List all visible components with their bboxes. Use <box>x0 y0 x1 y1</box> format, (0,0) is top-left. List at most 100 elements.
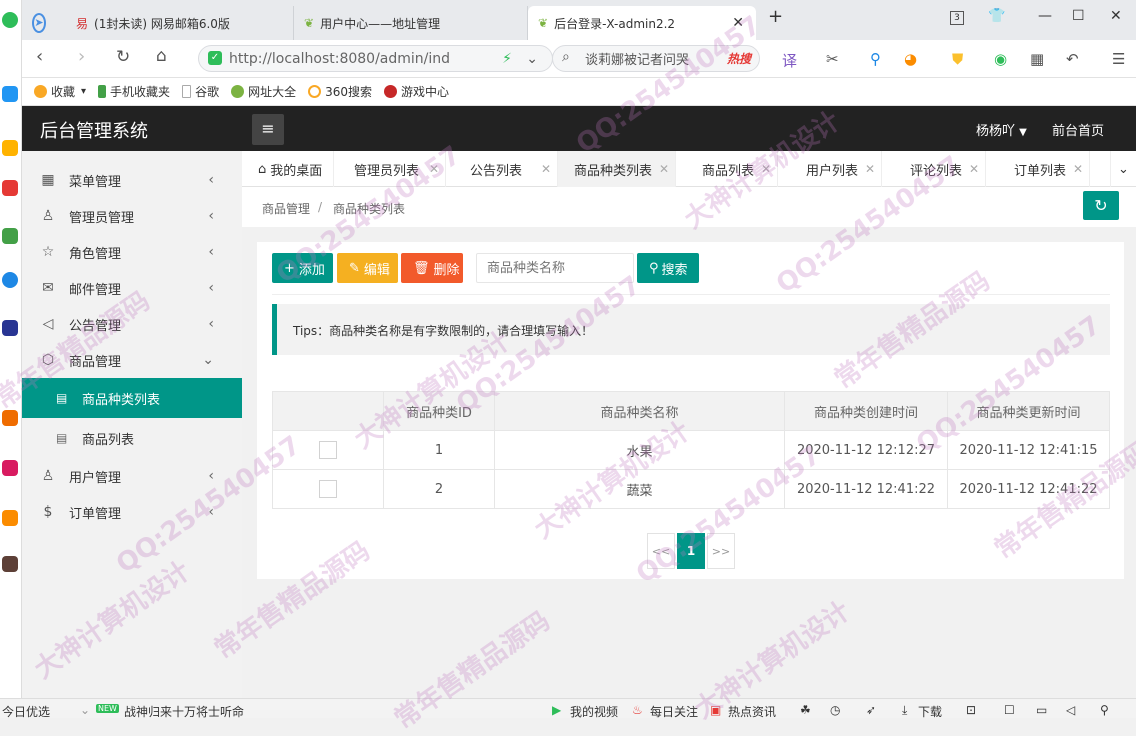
browser-nav-icon[interactable]: ➤ <box>22 6 56 40</box>
sidebar-item-goods[interactable]: ⬡ 商品管理 ⌄ <box>22 342 242 378</box>
app-icon[interactable] <box>2 410 18 426</box>
app-icon[interactable] <box>2 86 18 102</box>
refresh-icon: ↻ <box>1094 196 1108 215</box>
download-icon: ⤓ <box>902 703 908 717</box>
pagination-next[interactable]: >> <box>707 533 735 569</box>
circle-icon[interactable]: ◉ <box>994 50 1007 68</box>
sidebar-item-notice[interactable]: ◁ 公告管理 ‹ <box>22 306 242 342</box>
close-icon[interactable]: ✕ <box>969 162 979 176</box>
edit-button[interactable]: ✎ 编辑 <box>337 253 398 283</box>
front-page-link[interactable]: 前台首页 <box>1052 120 1104 139</box>
bookmark-item[interactable]: 收藏 ▾ <box>34 83 86 100</box>
maximize-icon[interactable]: ☐ <box>1072 8 1085 24</box>
shirt-icon[interactable]: 👕 <box>988 8 1005 24</box>
gamepad-icon[interactable]: ◕ <box>904 50 917 68</box>
bookmark-item[interactable]: 网址大全 <box>231 83 296 100</box>
lightning-icon[interactable]: ⚡ <box>502 51 512 67</box>
table-cell: 2020-11-12 12:41:15 <box>947 430 1110 470</box>
app-icon[interactable] <box>2 12 18 28</box>
tab-user-list[interactable]: 用户列表 ✕ <box>778 151 882 187</box>
delete-button[interactable]: 🗑 删除 <box>401 253 463 283</box>
hot-search-label[interactable]: 热搜 <box>727 50 751 67</box>
tab-category-list[interactable]: 商品种类列表 ✕ <box>558 151 676 187</box>
sidebar-subitem-category-list[interactable]: ▤ 商品种类列表 <box>22 378 242 418</box>
content-tabs: ⌂ 我的桌面 管理员列表 ✕ 公告列表 ✕ 商品种类列表 ✕ 商品列表 ✕ 用户列表 ✕ 评… <box>242 151 1136 187</box>
scissors-icon[interactable]: ✂ <box>826 50 839 68</box>
status-item[interactable]: 我的视频 <box>570 703 618 720</box>
refresh-button[interactable]: ↻ <box>1083 191 1119 220</box>
close-icon[interactable]: ✕ <box>429 162 439 176</box>
close-icon[interactable]: ✕ <box>659 162 669 176</box>
close-window-icon[interactable]: ✕ <box>1110 8 1122 24</box>
undo-icon[interactable]: ↶ <box>1066 50 1079 68</box>
close-tab-icon[interactable]: ✕ <box>732 15 744 31</box>
menu-icon[interactable]: ☰ <box>1112 50 1125 68</box>
shield-icon[interactable]: ⛊ <box>952 50 963 68</box>
back-icon[interactable]: ‹ <box>36 46 43 67</box>
menu-toggle-button[interactable]: ≡ <box>252 114 284 145</box>
status-item[interactable]: 下载 <box>918 703 942 720</box>
app-icon[interactable] <box>2 460 18 476</box>
close-icon[interactable]: ✕ <box>865 162 875 176</box>
app-icon[interactable] <box>2 320 18 336</box>
tabs-more-button[interactable]: ⌄ <box>1110 151 1136 187</box>
sidebar-item-admin[interactable]: ♙ 管理员管理 ‹ <box>22 198 242 234</box>
bookmark-item[interactable]: 360搜索 <box>308 83 372 100</box>
sidebar-item-order[interactable]: $ 订单管理 ‹ <box>22 494 242 530</box>
tab-order-list[interactable]: 订单列表 ✕ <box>986 151 1090 187</box>
tab-goods-list[interactable]: 商品列表 ✕ <box>676 151 778 187</box>
browser-tab[interactable]: 易 (1封未读) 网易邮箱6.0版 <box>66 6 294 40</box>
app-icon[interactable] <box>2 510 18 526</box>
status-item[interactable]: 热点资讯 <box>728 703 776 720</box>
browser-tab[interactable]: ❦ 用户中心——地址管理 <box>294 6 528 40</box>
new-tab-button[interactable]: + <box>768 6 783 27</box>
bookmark-item[interactable]: 谷歌 <box>182 83 219 100</box>
bookmark-item[interactable]: 游戏中心 <box>384 83 449 100</box>
app-icon[interactable] <box>2 556 18 572</box>
pagination-prev[interactable]: << <box>647 533 675 569</box>
row-checkbox[interactable] <box>319 480 337 498</box>
breadcrumb-item[interactable]: 商品管理 <box>262 200 310 217</box>
tab-comment-list[interactable]: 评论列表 ✕ <box>882 151 986 187</box>
browser-tab-title: 后台登录-X-admin2.2 <box>554 16 676 31</box>
app-icon[interactable] <box>2 180 18 196</box>
app-icon[interactable] <box>2 272 18 288</box>
sidebar-item-user[interactable]: ♙ 用户管理 ‹ <box>22 458 242 494</box>
url-bar[interactable]: ✓ http://localhost:8080/admin/ind ⌄ ⚡ <box>198 45 553 72</box>
browser-tab-active[interactable]: ❦ 后台登录-X-admin2.2 ✕ <box>528 6 756 40</box>
user-menu[interactable]: 杨杨吖 ▼ <box>976 120 1027 139</box>
minimize-icon[interactable]: — <box>1038 8 1052 24</box>
tab-notice-list[interactable]: 公告列表 ✕ <box>446 151 558 187</box>
tab-count-badge[interactable]: 3 <box>950 11 964 25</box>
sidebar-item-mail[interactable]: ✉ 邮件管理 ‹ <box>22 270 242 306</box>
close-icon[interactable]: ✕ <box>1073 162 1083 176</box>
chevron-down-icon[interactable]: ⌄ <box>526 51 538 67</box>
reload-icon[interactable]: ↻ <box>116 47 130 67</box>
home-icon[interactable]: ⌂ <box>156 46 167 66</box>
close-icon[interactable]: ✕ <box>761 162 771 176</box>
sidebar-subitem-goods-list[interactable]: ▤ 商品列表 <box>22 418 242 458</box>
pagination-current[interactable]: 1 <box>677 533 705 569</box>
tab-admin-list[interactable]: 管理员列表 ✕ <box>334 151 446 187</box>
row-checkbox[interactable] <box>319 441 337 459</box>
tab-desktop[interactable]: ⌂ 我的桌面 <box>242 151 334 187</box>
category-name-search-input[interactable] <box>476 253 634 283</box>
sidebar-item-menu[interactable]: ▦ 菜单管理 ‹ <box>22 162 242 198</box>
close-icon[interactable]: ✕ <box>541 162 551 176</box>
search-button[interactable]: ⚲ 搜索 <box>637 253 699 283</box>
status-news[interactable]: 战神归来十万将士听命 <box>124 703 244 720</box>
status-item[interactable]: 每日关注 <box>650 703 698 720</box>
magnifier-icon[interactable]: ⚲ <box>870 50 881 68</box>
status-recommend[interactable]: 今日优选 <box>2 703 50 720</box>
translate-icon[interactable]: 译 <box>782 50 797 71</box>
browser-status-bar: 今日优选 ⌄ NEW 战神归来十万将士听命 ▶ 我的视频 ♨ 每日关注 ▣ 热点… <box>0 698 1136 720</box>
add-button[interactable]: + 添加 <box>272 253 333 283</box>
app-icon[interactable] <box>2 140 18 156</box>
forward-icon[interactable]: › <box>78 46 85 67</box>
chevron-left-icon: ‹ <box>208 468 214 484</box>
grid-icon[interactable]: ▦ <box>1030 50 1044 68</box>
bookmark-item[interactable]: 手机收藏夹 <box>98 83 170 100</box>
app-icon[interactable] <box>2 228 18 244</box>
sidebar-item-role[interactable]: ☆ 角色管理 ‹ <box>22 234 242 270</box>
search-bar[interactable]: ⌕ 谈莉娜被记者问哭 热搜 <box>552 45 760 72</box>
